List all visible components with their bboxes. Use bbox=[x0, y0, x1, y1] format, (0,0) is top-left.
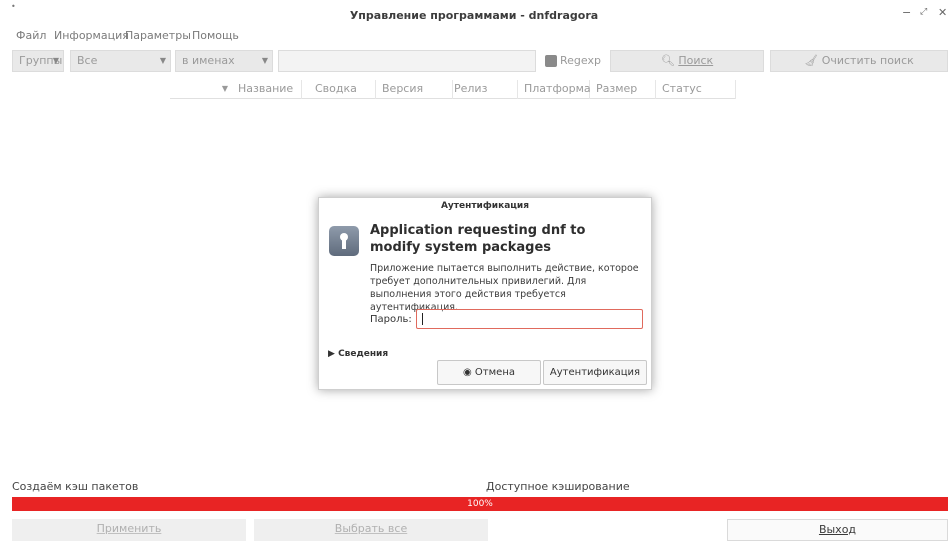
menu-bar: Файл Информация Параметры Помощь bbox=[0, 26, 948, 44]
chevron-down-icon: ▼ bbox=[159, 56, 166, 65]
menu-help[interactable]: Помощь bbox=[192, 29, 239, 42]
apply-button[interactable]: Применить bbox=[12, 519, 246, 541]
search-input[interactable] bbox=[278, 50, 536, 72]
window-title: Управление программами - dnfdragora bbox=[349, 9, 599, 22]
cache-status-text: Доступное кэширование bbox=[486, 480, 630, 493]
chevron-down-icon: ▼ bbox=[52, 56, 59, 65]
search-field-value: в именах bbox=[182, 54, 235, 67]
status-text: Создаём кэш пакетов bbox=[12, 480, 139, 493]
package-table-header: ▼ Название Сводка Версия Релиз Платформа… bbox=[170, 80, 736, 99]
column-version[interactable]: Версия bbox=[376, 80, 453, 99]
lock-icon bbox=[329, 226, 359, 256]
select-all-button[interactable]: Выбрать все bbox=[254, 519, 488, 541]
maximize-icon[interactable]: ⤢ bbox=[920, 7, 927, 17]
text-caret bbox=[422, 313, 423, 325]
details-expander[interactable]: ▶ Сведения bbox=[328, 349, 388, 359]
filter-dropdown[interactable]: Все ▼ bbox=[70, 50, 171, 72]
menu-settings[interactable]: Параметры bbox=[125, 29, 191, 42]
search-button-label: Поиск bbox=[678, 54, 714, 67]
sort-arrow-icon[interactable]: ▼ bbox=[170, 80, 232, 99]
menu-info[interactable]: Информация bbox=[54, 29, 129, 42]
password-input[interactable] bbox=[416, 309, 643, 329]
clear-search-button[interactable]: 🧹︎ Очистить поиск bbox=[770, 50, 948, 72]
chevron-down-icon: ▼ bbox=[261, 56, 268, 65]
triangle-right-icon: ▶ bbox=[328, 349, 335, 359]
dialog-title: Аутентификация bbox=[440, 201, 530, 211]
search-icon: 🔍︎ bbox=[660, 54, 675, 67]
column-platform[interactable]: Платформа bbox=[518, 80, 591, 99]
search-field-dropdown[interactable]: в именах ▼ bbox=[175, 50, 273, 72]
regexp-checkbox[interactable] bbox=[545, 55, 557, 67]
authenticate-button[interactable]: Аутентификация bbox=[543, 360, 647, 385]
column-name[interactable]: Название bbox=[232, 80, 302, 99]
broom-icon: 🧹︎ bbox=[804, 54, 819, 67]
password-label: Пароль: bbox=[370, 314, 412, 325]
column-size[interactable]: Размер bbox=[590, 80, 656, 99]
cancel-button-label: Отмена bbox=[474, 367, 515, 378]
close-icon[interactable]: ✕ bbox=[938, 6, 947, 19]
menu-file[interactable]: Файл bbox=[16, 29, 46, 42]
column-summary[interactable]: Сводка bbox=[309, 80, 376, 99]
search-button[interactable]: 🔍︎ Поиск bbox=[610, 50, 764, 72]
title-bar: • Управление программами - dnfdragora − … bbox=[0, 0, 948, 26]
clear-search-label: Очистить поиск bbox=[821, 54, 914, 67]
column-status[interactable]: Статус bbox=[656, 80, 736, 99]
progress-bar: 100% bbox=[12, 497, 948, 511]
regexp-label: Regexp bbox=[560, 54, 601, 67]
progress-percent: 100% bbox=[467, 499, 493, 509]
filter-value: Все bbox=[77, 54, 98, 67]
cancel-button[interactable]: ◉ Отмена bbox=[437, 360, 541, 385]
radio-dot-icon: ◉ bbox=[463, 367, 472, 378]
exit-button[interactable]: Выход bbox=[727, 519, 948, 541]
auth-dialog: Аутентификация Application requesting dn… bbox=[318, 197, 652, 390]
dialog-body: Приложение пытается выполнить действие, … bbox=[370, 263, 639, 313]
dialog-heading: Application requesting dnf to modify sys… bbox=[370, 223, 586, 255]
details-label: Сведения bbox=[338, 349, 389, 359]
column-release[interactable]: Релиз bbox=[448, 80, 518, 99]
minimize-icon[interactable]: − bbox=[902, 6, 911, 19]
groups-dropdown[interactable]: Группы ▼ bbox=[12, 50, 64, 72]
